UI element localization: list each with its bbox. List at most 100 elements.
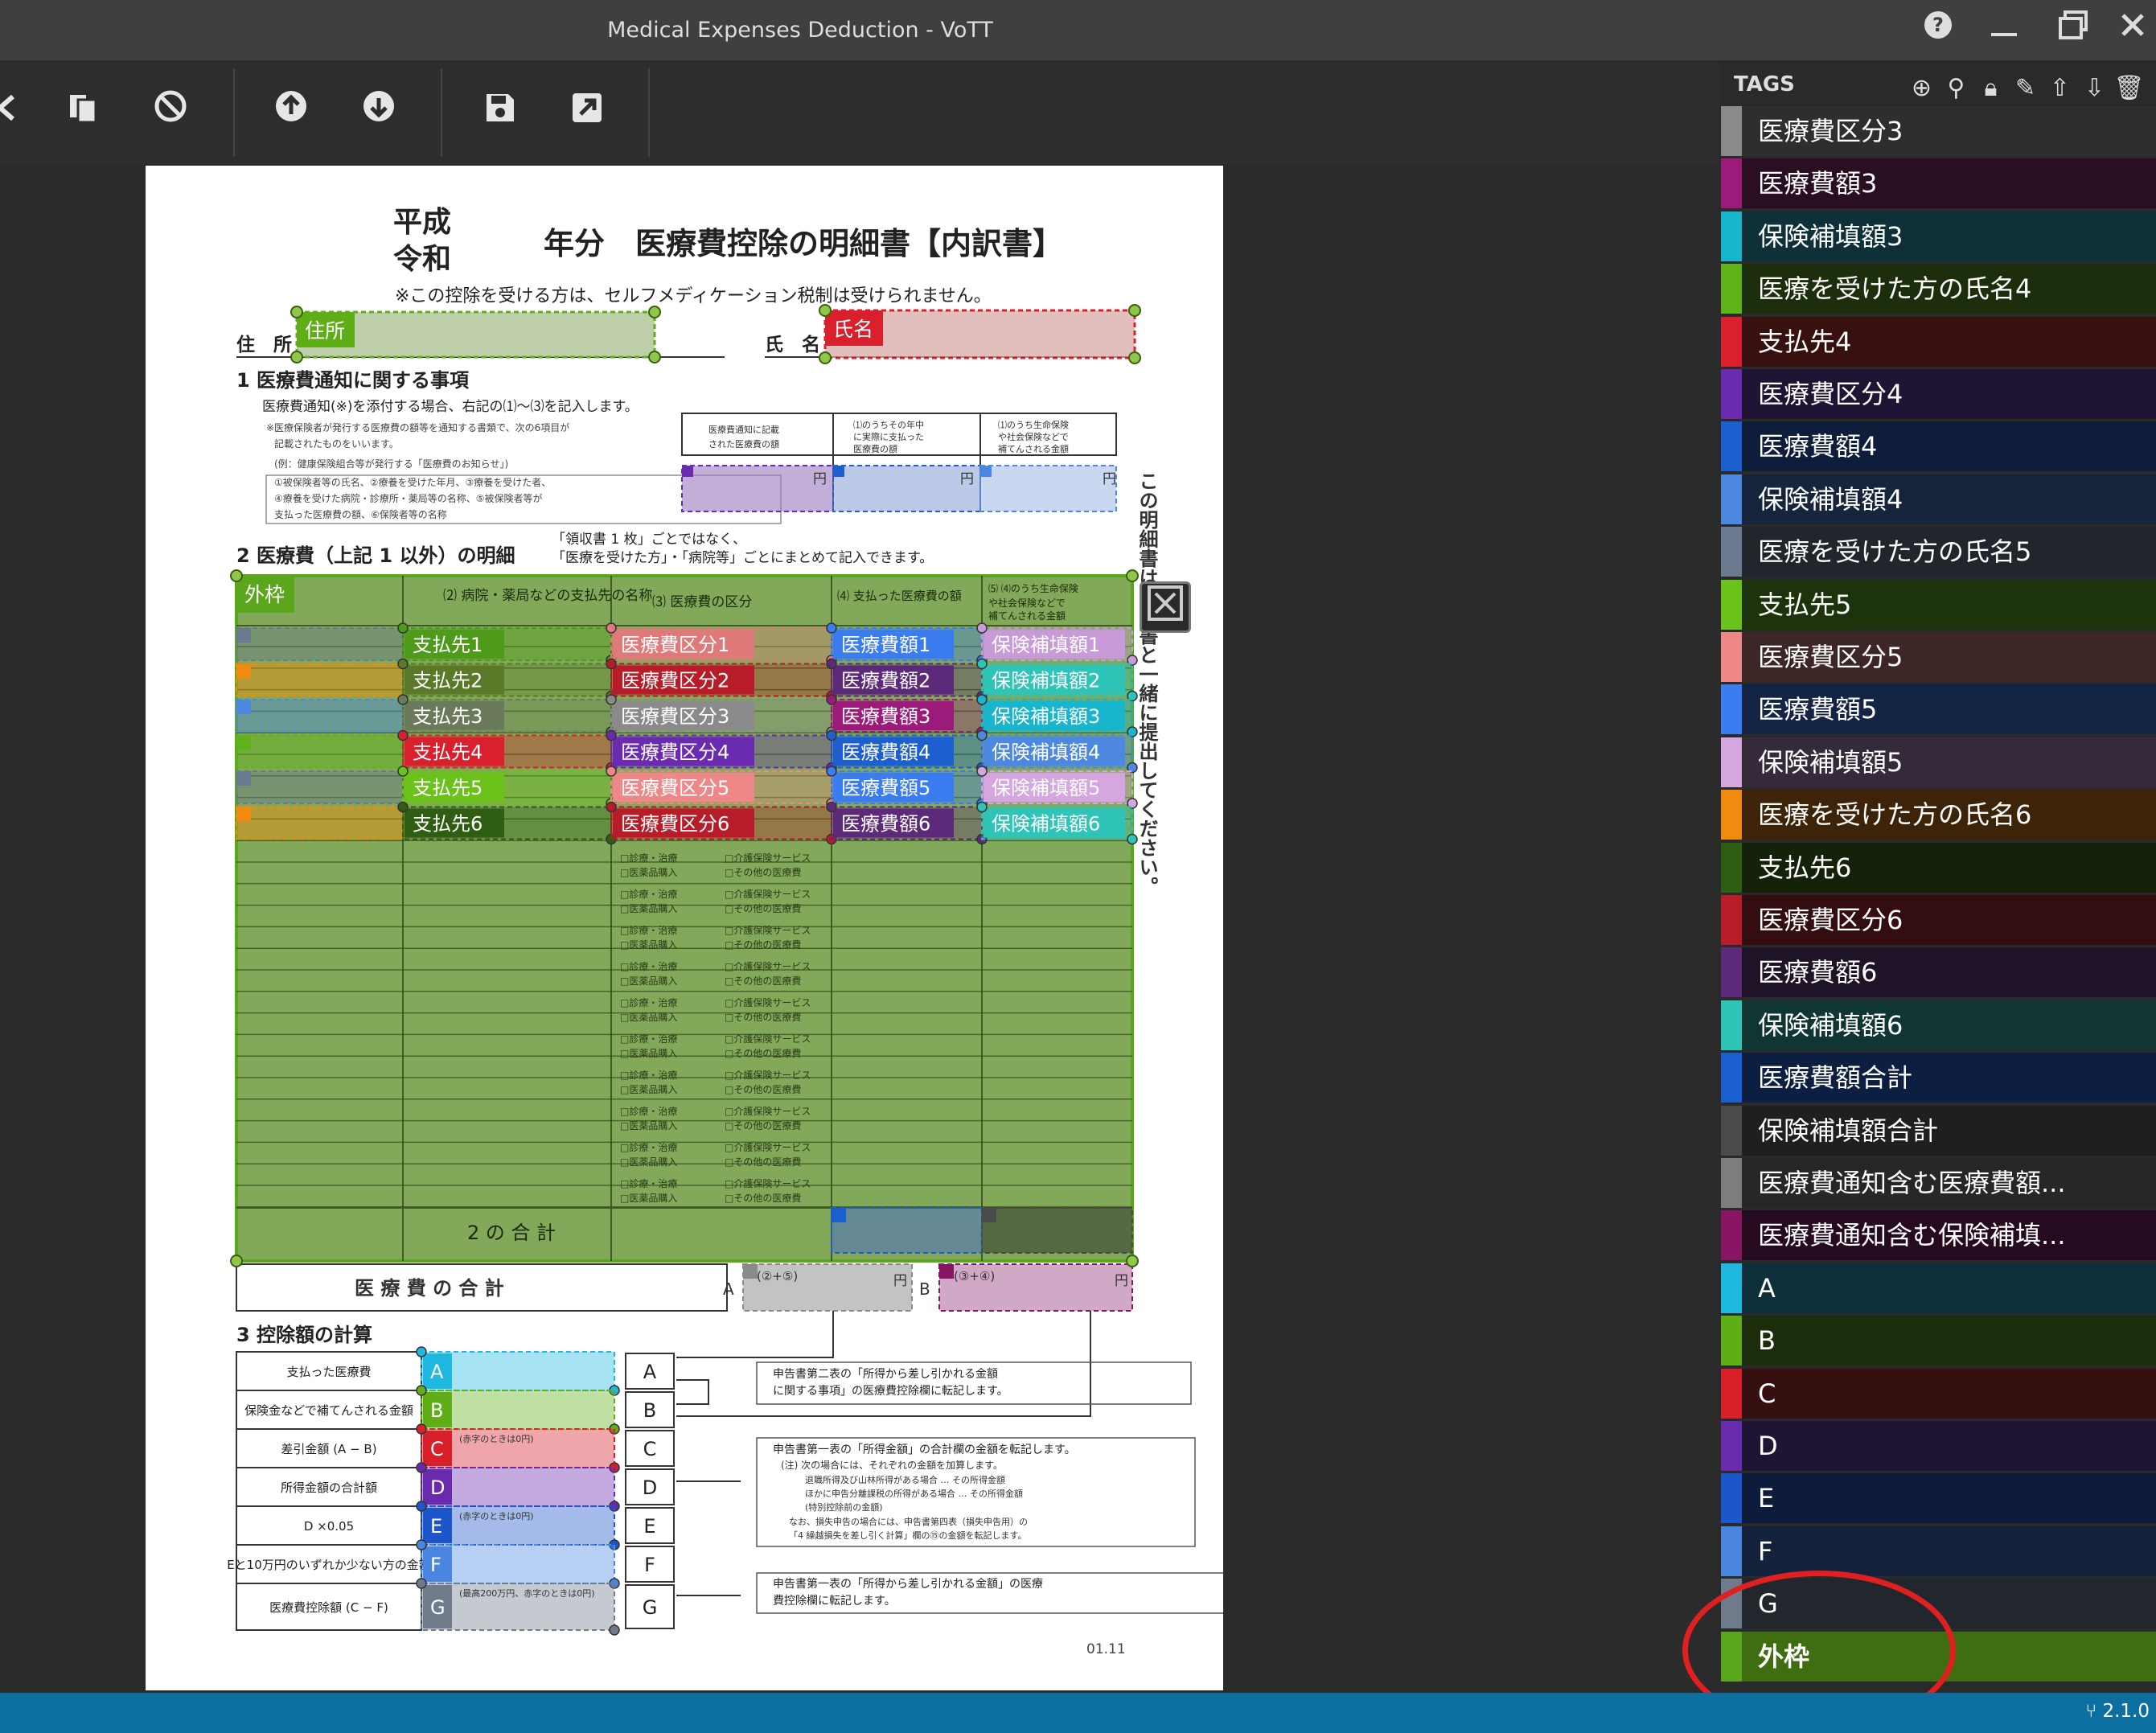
tag-color-swatch[interactable] xyxy=(1721,895,1742,945)
tag-item[interactable]: 医療を受けた方の氏名4 xyxy=(1721,264,2156,314)
region-handle[interactable] xyxy=(397,694,409,705)
tag-item[interactable]: 支払先6 xyxy=(1721,842,2156,893)
tag-color-swatch[interactable] xyxy=(1721,947,1742,998)
region-handle[interactable] xyxy=(397,658,409,670)
region-section1-col3[interactable] xyxy=(979,465,1117,512)
tag-item[interactable]: 保険補填額3 xyxy=(1721,211,2156,261)
tag-item[interactable]: 医療費額4 xyxy=(1721,421,2156,472)
region-handle[interactable] xyxy=(1126,569,1139,582)
tag-color-swatch[interactable] xyxy=(1721,264,1742,314)
tag-color-swatch[interactable] xyxy=(1721,1000,1742,1050)
region-handle[interactable] xyxy=(1126,1255,1139,1267)
region-patient-name[interactable] xyxy=(236,770,404,804)
clear-icon[interactable] xyxy=(146,88,195,137)
region-handle[interactable] xyxy=(976,801,988,813)
tag-item[interactable]: 保険補填額合計 xyxy=(1721,1105,2156,1156)
edit-tag-icon[interactable]: ✎ xyxy=(2008,74,2043,102)
region-handle[interactable] xyxy=(648,306,661,318)
remove-region-button[interactable] xyxy=(1140,581,1191,633)
tag-item[interactable]: 医療費通知含む医療費額... xyxy=(1721,1158,2156,1208)
tag-item[interactable]: 保険補填額5 xyxy=(1721,737,2156,787)
tag-color-swatch[interactable] xyxy=(1721,1263,1742,1313)
tag-color-swatch[interactable] xyxy=(1721,527,1742,577)
tag-color-swatch[interactable] xyxy=(1721,1368,1742,1419)
region-handle[interactable] xyxy=(606,729,617,741)
tag-item[interactable]: 保険補填額6 xyxy=(1721,1000,2156,1050)
region-handle[interactable] xyxy=(1128,351,1141,364)
tag-item[interactable]: 医療費額3 xyxy=(1721,158,2156,209)
tag-color-swatch[interactable] xyxy=(1721,1053,1742,1103)
region-handle[interactable] xyxy=(416,1346,427,1357)
region-handle[interactable] xyxy=(819,351,832,364)
tag-item[interactable]: 医療を受けた方の氏名5 xyxy=(1721,527,2156,577)
tag-color-swatch[interactable] xyxy=(1721,1158,1742,1208)
region-handle[interactable] xyxy=(819,304,832,317)
tag-color-swatch[interactable] xyxy=(1721,1210,1742,1261)
tag-color-swatch[interactable] xyxy=(1721,1579,1742,1629)
delete-tag-icon[interactable]: 🗑︎ xyxy=(2112,74,2146,102)
region-handle[interactable] xyxy=(290,306,303,318)
tag-item[interactable]: 医療費区分5 xyxy=(1721,632,2156,682)
region-handle[interactable] xyxy=(606,801,617,813)
region-handle[interactable] xyxy=(609,1624,620,1636)
region-patient-name[interactable] xyxy=(236,663,404,697)
region-handle[interactable] xyxy=(416,1385,427,1396)
tag-item[interactable]: F xyxy=(1721,1526,2156,1576)
tag-item[interactable]: 医療費区分6 xyxy=(1721,895,2156,945)
tag-item[interactable]: 医療費額5 xyxy=(1721,684,2156,735)
region-handle[interactable] xyxy=(976,658,988,670)
tag-item[interactable]: 医療費区分3 xyxy=(1721,106,2156,156)
document-image[interactable]: 平成 令和 年分 医療費控除の明細書【内訳書】 ※この控除を受ける方は、セルフメ… xyxy=(146,166,1232,1690)
region-handle[interactable] xyxy=(397,729,409,741)
tag-color-swatch[interactable] xyxy=(1721,211,1742,261)
tag-color-swatch[interactable] xyxy=(1721,842,1742,893)
tag-color-swatch[interactable] xyxy=(1721,1526,1742,1576)
region-section1-col2[interactable] xyxy=(832,465,981,512)
tag-color-swatch[interactable] xyxy=(1721,1421,1742,1471)
region-handle[interactable] xyxy=(397,766,409,777)
region-handle[interactable] xyxy=(826,622,837,634)
save-icon[interactable] xyxy=(476,88,524,137)
question-circle-icon[interactable]: ? xyxy=(1914,6,1962,55)
tag-item[interactable]: 医療費額合計 xyxy=(1721,1053,2156,1103)
region-handle[interactable] xyxy=(976,694,988,705)
region-handle[interactable] xyxy=(648,351,661,363)
tag-color-swatch[interactable] xyxy=(1721,632,1742,682)
tag-item[interactable]: 医療費通知含む保険補填... xyxy=(1721,1210,2156,1261)
tag-item[interactable]: A xyxy=(1721,1263,2156,1313)
region-medical-total[interactable] xyxy=(831,1207,983,1254)
region-handle[interactable] xyxy=(606,694,617,705)
tag-color-swatch[interactable] xyxy=(1721,474,1742,524)
search-tag-icon[interactable]: ⚲ xyxy=(1939,74,1973,102)
region-handle[interactable] xyxy=(976,766,988,777)
tag-item[interactable]: 医療を受けた方の氏名6 xyxy=(1721,790,2156,840)
region-handle[interactable] xyxy=(606,622,617,634)
region-section1-col1[interactable] xyxy=(681,465,834,512)
tag-color-swatch[interactable] xyxy=(1721,684,1742,735)
restore-icon[interactable] xyxy=(2049,6,2097,55)
region-handle[interactable] xyxy=(416,1501,427,1512)
region-handle[interactable] xyxy=(826,658,837,670)
tag-color-swatch[interactable] xyxy=(1721,158,1742,209)
tag-item[interactable]: 医療費額6 xyxy=(1721,947,2156,998)
region-handle[interactable] xyxy=(826,766,837,777)
tag-item[interactable]: 医療費区分4 xyxy=(1721,369,2156,419)
copy-icon[interactable] xyxy=(59,88,107,137)
region-handle[interactable] xyxy=(397,622,409,634)
previous-asset-icon[interactable] xyxy=(267,88,315,137)
region-handle[interactable] xyxy=(230,1255,243,1267)
tag-item[interactable]: C xyxy=(1721,1368,2156,1419)
tag-color-swatch[interactable] xyxy=(1721,316,1742,367)
tag-color-swatch[interactable] xyxy=(1721,106,1742,156)
close-icon[interactable] xyxy=(2109,6,2156,55)
region-handle[interactable] xyxy=(416,1539,427,1550)
move-up-icon[interactable]: ⇧ xyxy=(2043,74,2077,102)
region-handle[interactable] xyxy=(826,801,837,813)
region-handle[interactable] xyxy=(416,1423,427,1435)
tag-color-swatch[interactable] xyxy=(1721,369,1742,419)
tag-item[interactable]: 外枠 xyxy=(1721,1631,2156,1682)
previous-icon[interactable] xyxy=(0,88,31,137)
move-down-icon[interactable]: ⇩ xyxy=(2077,74,2112,102)
region-insurance-total[interactable] xyxy=(981,1207,1133,1254)
region-handle[interactable] xyxy=(290,351,303,363)
